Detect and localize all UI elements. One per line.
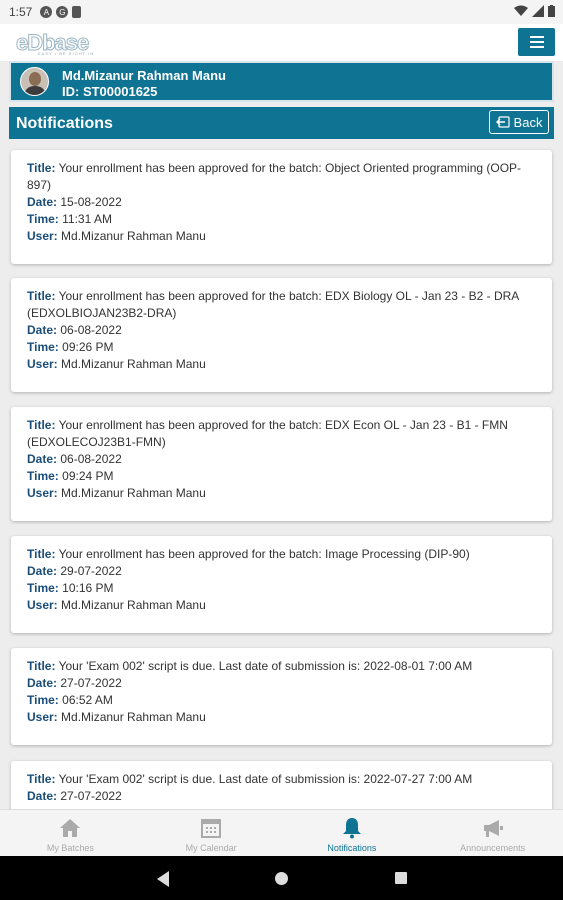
time-label: Time: [27, 469, 59, 483]
title-label: Title: [27, 659, 56, 673]
date-label: Date: [27, 789, 58, 803]
notification-title: Your 'Exam 002' script is due. Last date… [58, 772, 473, 786]
notification-card[interactable]: Title: Your 'Exam 002' script is due. La… [11, 648, 552, 745]
back-arrow-icon [495, 116, 510, 128]
time-label: Time: [27, 581, 59, 595]
notification-user: Md.Mizanur Rahman Manu [61, 710, 206, 724]
notification-time: 06:52 AM [62, 693, 113, 707]
title-label: Title: [27, 289, 56, 303]
notification-date: 27-07-2022 [60, 676, 122, 690]
notification-title: Your enrollment has been approved for th… [58, 547, 470, 561]
title-label: Title: [27, 418, 56, 432]
notification-card-icon [72, 6, 82, 18]
notification-card[interactable]: Title: Your 'Exam 002' script is due. La… [11, 761, 552, 809]
title-label: Title: [27, 772, 56, 786]
system-recents-icon[interactable] [395, 872, 407, 884]
title-label: Title: [27, 547, 56, 561]
home-icon [60, 819, 81, 837]
time-label: Time: [27, 212, 59, 226]
date-label: Date: [27, 195, 58, 209]
wifi-icon [514, 5, 528, 16]
nav-label: My Calendar [185, 843, 237, 853]
status-bar: 1:57 A G [0, 0, 563, 24]
notification-title: Your 'Exam 002' script is due. Last date… [58, 659, 473, 673]
profile-name: Md.Mizanur Rahman Manu [62, 68, 226, 83]
notification-time: 09:26 PM [62, 340, 114, 354]
notification-user: Md.Mizanur Rahman Manu [61, 598, 206, 612]
system-navigation-bar [0, 856, 563, 900]
title-label: Title: [27, 161, 56, 175]
notification-card[interactable]: Title: Your enrollment has been approved… [11, 536, 552, 633]
system-back-icon[interactable] [157, 871, 169, 887]
notification-date: 06-08-2022 [60, 452, 122, 466]
notification-date: 27-07-2022 [60, 789, 122, 803]
notification-date: 15-08-2022 [60, 195, 122, 209]
notification-card[interactable]: Title: Your enrollment has been approved… [11, 278, 552, 392]
notification-time: 09:24 PM [62, 469, 114, 483]
notification-user: Md.Mizanur Rahman Manu [61, 357, 206, 371]
app-logo-tagline: EASY • BE RIGHT IN [38, 51, 95, 56]
nav-notifications[interactable]: Notifications [282, 810, 423, 856]
system-home-icon[interactable] [275, 872, 288, 885]
signal-icon [532, 5, 544, 17]
page-header: Notifications Back [9, 107, 554, 139]
user-label: User: [27, 598, 58, 612]
notification-list[interactable]: Title: Your enrollment has been approved… [0, 139, 563, 809]
megaphone-icon [483, 820, 503, 837]
nav-my-batches[interactable]: My Batches [0, 810, 141, 856]
date-label: Date: [27, 452, 58, 466]
notification-user: Md.Mizanur Rahman Manu [61, 486, 206, 500]
nav-label: My Batches [46, 843, 94, 853]
notification-date: 06-08-2022 [60, 323, 122, 337]
nav-label: Notifications [327, 843, 377, 853]
status-time: 1:57 [9, 5, 33, 19]
profile-id: ID: ST00001625 [62, 84, 158, 99]
battery-icon [548, 5, 555, 17]
time-label: Time: [27, 693, 59, 707]
notification-g-icon: G [56, 6, 69, 18]
notification-title: Your enrollment has been approved for th… [27, 289, 519, 320]
profile-banner: Md.Mizanur Rahman Manu ID: ST00001625 [9, 61, 554, 102]
bell-icon [342, 818, 361, 839]
notification-user: Md.Mizanur Rahman Manu [61, 229, 206, 243]
hamburger-icon [529, 36, 544, 38]
date-label: Date: [27, 564, 58, 578]
notification-card[interactable]: Title: Your enrollment has been approved… [11, 150, 552, 264]
notification-time: 11:31 AM [62, 212, 112, 226]
date-label: Date: [27, 323, 58, 337]
time-label: Time: [27, 340, 59, 354]
menu-button[interactable] [518, 28, 555, 56]
date-label: Date: [27, 676, 58, 690]
notification-time: 10:16 PM [62, 581, 114, 595]
user-label: User: [27, 357, 58, 371]
notification-title: Your enrollment has been approved for th… [27, 418, 508, 449]
nav-my-calendar[interactable]: My Calendar [141, 810, 282, 856]
notification-title: Your enrollment has been approved for th… [27, 161, 522, 192]
user-label: User: [27, 229, 58, 243]
page-title: Notifications [16, 115, 113, 132]
nav-announcements[interactable]: Announcements [422, 810, 563, 856]
bottom-navigation: My Batches My Calendar Notifications Ann… [0, 809, 563, 856]
calendar-icon [201, 819, 222, 838]
avatar [20, 67, 49, 96]
notification-a-icon: A [40, 6, 53, 18]
notification-date: 29-07-2022 [60, 564, 122, 578]
back-button[interactable]: Back [489, 110, 549, 134]
back-label: Back [513, 114, 543, 130]
nav-label: Announcements [460, 843, 526, 853]
user-label: User: [27, 486, 58, 500]
app-top-bar: eDbase EASY • BE RIGHT IN [0, 24, 563, 61]
user-label: User: [27, 710, 58, 724]
notification-card[interactable]: Title: Your enrollment has been approved… [11, 407, 552, 521]
